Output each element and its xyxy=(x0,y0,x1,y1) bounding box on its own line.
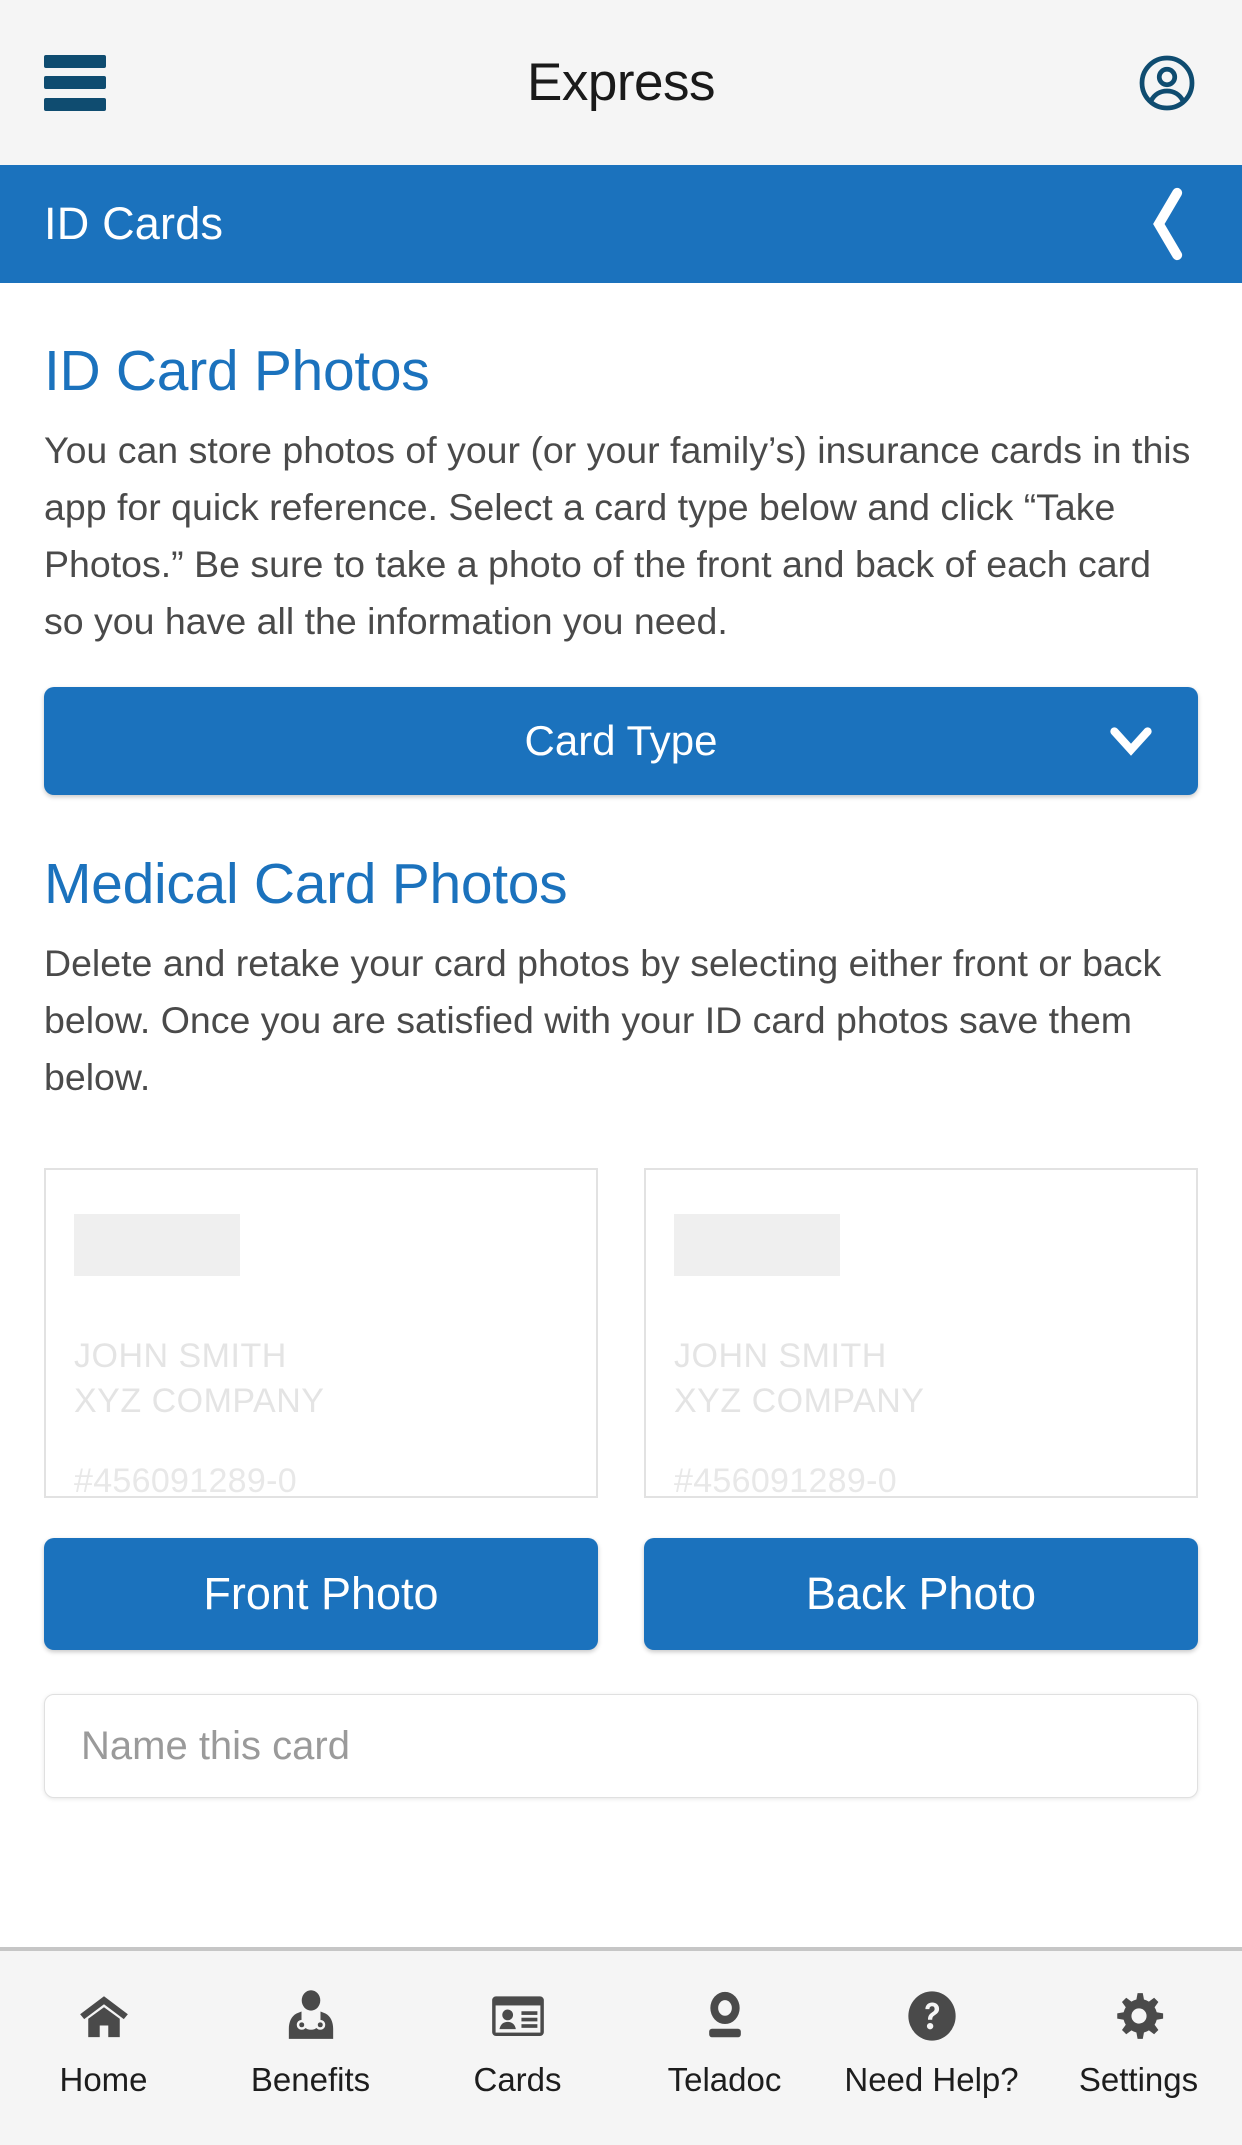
hamburger-bar xyxy=(44,54,106,68)
app-title: Express xyxy=(527,53,715,112)
card-holder-info: JOHN SMITH XYZ COMPANY xyxy=(74,1334,568,1424)
card-member-id: #456091289-0 xyxy=(674,1462,897,1500)
nav-item-need-help[interactable]: Need Help? xyxy=(828,1987,1035,2099)
card-type-dropdown-label: Card Type xyxy=(524,717,718,764)
hamburger-bar xyxy=(44,97,106,111)
page-title: ID Cards xyxy=(44,198,224,249)
app-root: Express ID Cards ID Card Photos You can … xyxy=(0,0,1242,2145)
nav-item-cards[interactable]: Cards xyxy=(414,1987,621,2099)
id-card-photos-heading: ID Card Photos xyxy=(44,339,430,403)
nav-label-benefits: Benefits xyxy=(250,2061,371,2098)
card-company-name: XYZ COMPANY xyxy=(74,1382,325,1420)
hamburger-bar xyxy=(44,76,106,89)
nav-label-settings: Settings xyxy=(1078,2061,1199,2098)
card-type-dropdown[interactable]: Card Type xyxy=(44,687,1198,795)
card-preview-front[interactable]: JOHN SMITH XYZ COMPANY #456091289-0 xyxy=(44,1168,598,1500)
front-photo-button[interactable]: Front Photo xyxy=(44,1538,598,1650)
home-icon xyxy=(77,1987,131,2045)
logo-placeholder xyxy=(674,1214,840,1276)
back-photo-button[interactable]: Back Photo xyxy=(644,1538,1198,1650)
main-content: ID Card Photos You can store photos of y… xyxy=(0,283,1242,1947)
hamburger-menu-icon[interactable] xyxy=(44,54,106,111)
card-holder-name: JOHN SMITH xyxy=(74,1337,287,1375)
id-card-photos-description: You can store photos of your (or your fa… xyxy=(44,429,1191,642)
nav-item-benefits[interactable]: Benefits xyxy=(207,1987,414,2099)
account-circle-icon[interactable] xyxy=(1136,52,1198,114)
question-circle-icon xyxy=(906,1987,958,2045)
nav-label-need-help: Need Help? xyxy=(844,2061,1019,2098)
medical-card-photos-description: Delete and retake your card photos by se… xyxy=(44,942,1162,1098)
nav-item-home[interactable]: Home xyxy=(0,1987,207,2099)
nav-item-teladoc[interactable]: Teladoc xyxy=(621,1987,828,2099)
nav-label-teladoc: Teladoc xyxy=(667,2061,782,2098)
bottom-navigation-bar: Home Benefits Cards Teladoc Need Help? S… xyxy=(0,1947,1242,2145)
card-member-id: #456091289-0 xyxy=(74,1462,297,1500)
photo-button-row: Front Photo Back Photo xyxy=(44,1538,1198,1650)
page-sub-bar: ID Cards xyxy=(0,165,1242,283)
chevron-left-icon[interactable] xyxy=(1138,185,1198,263)
chevron-down-icon xyxy=(1110,726,1152,756)
name-this-card-input[interactable] xyxy=(44,1694,1198,1798)
medical-card-photos-heading: Medical Card Photos xyxy=(44,852,568,916)
nav-label-cards: Cards xyxy=(473,2061,562,2098)
card-holder-info: JOHN SMITH XYZ COMPANY xyxy=(674,1334,1168,1424)
teladoc-person-icon xyxy=(701,1987,749,2045)
id-card-icon xyxy=(490,1987,546,2045)
card-holder-name: JOHN SMITH xyxy=(674,1337,887,1375)
nav-label-home: Home xyxy=(59,2061,148,2098)
gear-icon xyxy=(1113,1987,1165,2045)
name-card-field-wrapper xyxy=(44,1694,1198,1798)
card-company-name: XYZ COMPANY xyxy=(674,1382,925,1420)
card-preview-back[interactable]: JOHN SMITH XYZ COMPANY #456091289-0 xyxy=(644,1168,1198,1500)
logo-placeholder xyxy=(74,1214,240,1276)
card-preview-row: JOHN SMITH XYZ COMPANY #456091289-0 JOHN… xyxy=(44,1168,1198,1500)
doctor-stethoscope-icon xyxy=(286,1987,336,2045)
nav-item-settings[interactable]: Settings xyxy=(1035,1987,1242,2099)
top-app-bar: Express xyxy=(0,0,1242,165)
